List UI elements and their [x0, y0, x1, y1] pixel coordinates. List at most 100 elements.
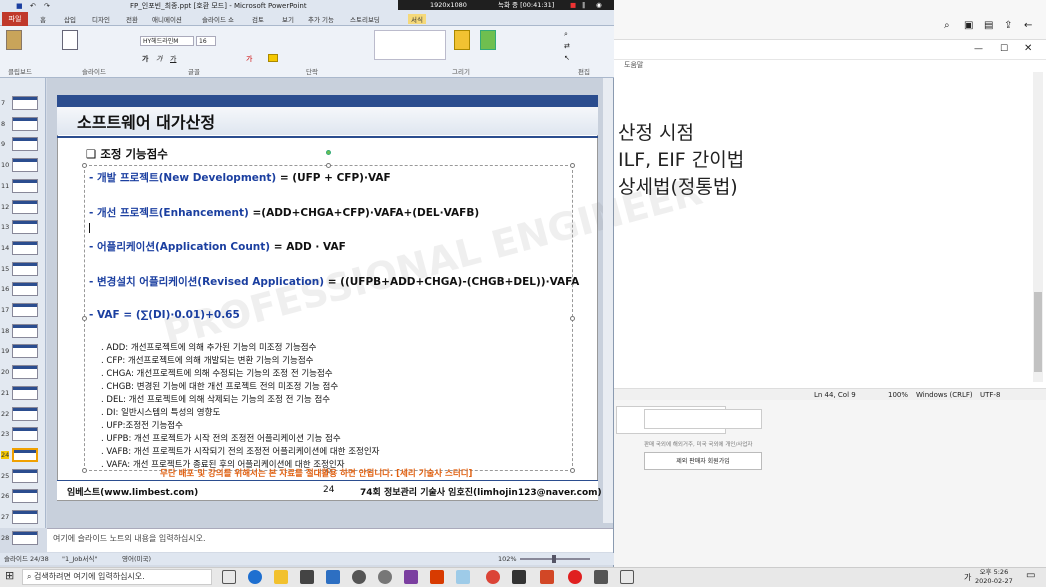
bold-icon[interactable]: 가: [142, 54, 148, 64]
undo-icon[interactable]: ↶: [30, 0, 36, 12]
store-icon[interactable]: [300, 570, 314, 584]
chrome-icon[interactable]: [486, 570, 500, 584]
pause-icon[interactable]: ‖: [582, 0, 585, 10]
paint-icon[interactable]: [456, 570, 470, 584]
resize-handle[interactable]: [326, 163, 331, 168]
slide-thumbnail[interactable]: [12, 530, 38, 545]
slide-thumbnail[interactable]: [12, 199, 38, 214]
taskbar-search-input[interactable]: ⌕ 검색하려면 여기에 입력하십시오.: [22, 569, 212, 585]
slide-thumbnail[interactable]: [12, 303, 38, 317]
tab-storyboarding[interactable]: 스토리보딩: [350, 14, 380, 24]
slide-title[interactable]: 소프트웨어 대가산정: [77, 109, 215, 133]
slide-thumbnail[interactable]: [12, 385, 38, 400]
start-icon[interactable]: ⊞: [5, 569, 14, 582]
powerpoint-icon[interactable]: [540, 570, 554, 584]
resize-handle[interactable]: [570, 163, 575, 168]
new-slide-icon[interactable]: [62, 30, 78, 50]
rotate-handle[interactable]: [326, 150, 331, 155]
back-arrow-icon[interactable]: ←: [1024, 20, 1032, 31]
text-box-selection[interactable]: [84, 165, 573, 471]
tab-slideshow[interactable]: 슬라이드 쇼: [202, 14, 234, 24]
camera-icon[interactable]: ◉: [596, 0, 602, 10]
edge-icon[interactable]: [248, 570, 262, 584]
slide-thumbnail[interactable]: [12, 365, 38, 380]
share-icon[interactable]: ⇪: [1004, 20, 1012, 31]
font-size-select[interactable]: 16: [196, 36, 216, 46]
slide-thumbnail[interactable]: [12, 240, 38, 255]
slide-thumbnail[interactable]: [12, 510, 38, 524]
slide-thumbnail[interactable]: [12, 323, 38, 338]
onenote-icon[interactable]: [404, 570, 418, 584]
ime-indicator[interactable]: 가: [964, 572, 971, 583]
office-icon[interactable]: [430, 570, 444, 584]
resize-handle[interactable]: [570, 316, 575, 321]
tab-format[interactable]: 서식: [408, 14, 426, 24]
camera-app-icon[interactable]: [352, 570, 366, 584]
maximize-icon[interactable]: ☐: [1000, 44, 1008, 54]
paste-icon[interactable]: [6, 30, 22, 50]
mail-icon[interactable]: [326, 570, 340, 584]
resize-handle[interactable]: [570, 468, 575, 473]
slide-thumbnail[interactable]: [12, 178, 38, 193]
save-icon[interactable]: ▤: [984, 20, 993, 31]
tab-insert[interactable]: 삽입: [64, 14, 76, 24]
slide-thumbnail[interactable]: [12, 158, 38, 173]
italic-icon[interactable]: 가: [156, 54, 162, 64]
tab-addins[interactable]: 추가 기능: [308, 14, 334, 24]
file-explorer-icon[interactable]: [274, 570, 288, 584]
taskbar-clock[interactable]: 오후 5:26 2020-02-27: [975, 568, 1013, 586]
resize-handle[interactable]: [82, 468, 87, 473]
minimize-icon[interactable]: —: [974, 44, 983, 54]
resize-handle[interactable]: [82, 316, 87, 321]
replace-icon[interactable]: ⇄: [564, 42, 570, 50]
browser-button[interactable]: [644, 409, 762, 429]
shapes-gallery[interactable]: [374, 30, 446, 60]
resize-handle[interactable]: [82, 163, 87, 168]
find-icon[interactable]: ⌕: [564, 30, 568, 39]
slide-thumbnail[interactable]: [12, 468, 38, 483]
slide-thumbnail[interactable]: [12, 427, 38, 442]
notepad-icon[interactable]: [620, 570, 634, 584]
slide-thumbnail[interactable]: [12, 220, 38, 235]
slide-thumbnail[interactable]: [12, 344, 38, 359]
slide-thumbnail[interactable]: [12, 406, 38, 421]
section-heading[interactable]: ❑ 조정 기능점수: [86, 146, 168, 162]
slide-thumbnail[interactable]: [12, 261, 38, 276]
quick-styles-icon[interactable]: [480, 30, 496, 50]
notification-icon[interactable]: ▭: [1026, 570, 1035, 581]
tab-design[interactable]: 디자인: [92, 14, 110, 24]
close-icon[interactable]: ✕: [1024, 43, 1032, 54]
tab-animations[interactable]: 애니메이션: [152, 14, 182, 24]
record-app-icon[interactable]: [568, 570, 582, 584]
font-color-icon[interactable]: 가: [246, 54, 252, 64]
underline-icon[interactable]: 가: [170, 54, 176, 64]
search-app-icon[interactable]: [378, 570, 392, 584]
menu-help[interactable]: 도움말: [624, 60, 643, 70]
tab-view[interactable]: 보기: [282, 14, 294, 24]
notes-pane[interactable]: 여기에 슬라이드 노트의 내용을 입력하십시오.: [47, 528, 613, 552]
arrange-icon[interactable]: [454, 30, 470, 50]
terminal-icon[interactable]: [512, 570, 526, 584]
slide-thumbnail[interactable]: [12, 447, 38, 462]
slide-thumbnail[interactable]: [12, 137, 38, 152]
task-view-icon[interactable]: [222, 570, 236, 584]
font-name-select[interactable]: HY헤드라인M: [140, 36, 194, 46]
slide-thumbnail[interactable]: [12, 489, 38, 504]
editor-scroll-thumb[interactable]: [1034, 292, 1042, 372]
align-left-icon[interactable]: [268, 54, 278, 62]
slide-thumbnail[interactable]: [12, 116, 38, 131]
slide-thumbnail[interactable]: [12, 282, 38, 297]
search-icon[interactable]: ⌕: [944, 20, 950, 31]
redo-icon[interactable]: ↷: [44, 0, 50, 12]
slide-thumbnail[interactable]: [12, 96, 38, 110]
zoom-slider-thumb[interactable]: [552, 555, 556, 563]
window-icon[interactable]: ▣: [964, 20, 973, 31]
select-icon[interactable]: ↖: [564, 54, 570, 62]
slide-vertical-scrollbar[interactable]: [603, 78, 613, 523]
stop-record-icon[interactable]: ■: [570, 0, 576, 10]
seller-signup-button[interactable]: 제외 판매자 회원가입: [644, 452, 762, 470]
save-icon[interactable]: ■: [16, 0, 23, 12]
tab-review[interactable]: 검토: [252, 14, 264, 24]
tab-home[interactable]: 홈: [40, 14, 46, 24]
file-tab[interactable]: 파일: [2, 12, 28, 26]
